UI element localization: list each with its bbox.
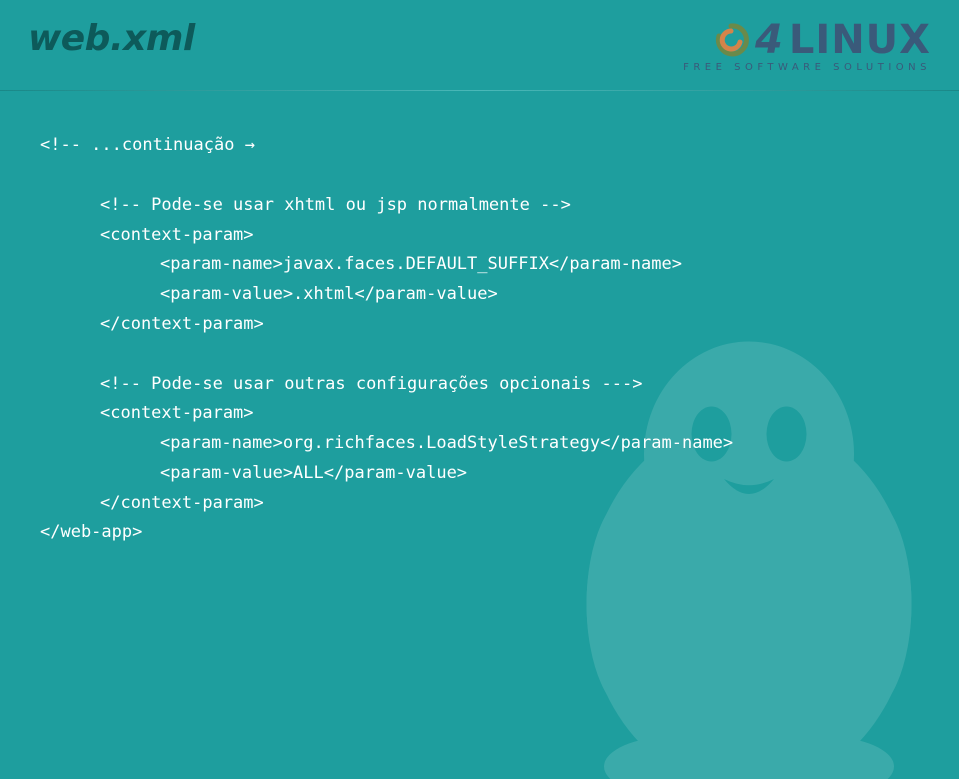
logo-text: LINUX [789, 20, 931, 60]
slide-header: web.xml 4 LINUX FREE SOFTWARE SOLUTIONS [0, 0, 959, 90]
code-line: <param-value>ALL</param-value> [40, 459, 919, 489]
code-line: </context-param> [40, 489, 919, 519]
code-line: <context-param> [40, 221, 919, 251]
code-line: <!-- Pode-se usar outras configurações o… [40, 370, 919, 400]
code-line: </web-app> [40, 518, 919, 548]
code-line: <param-name>javax.faces.DEFAULT_SUFFIX</… [40, 250, 919, 280]
header-divider [0, 90, 959, 91]
code-line: <!-- Pode-se usar xhtml ou jsp normalmen… [40, 191, 919, 221]
page-title: web.xml [28, 18, 195, 59]
logo-number: 4 [755, 20, 783, 60]
code-line: </context-param> [40, 310, 919, 340]
logo: 4 LINUX FREE SOFTWARE SOLUTIONS [683, 18, 931, 73]
code-block: <!-- ...continuação → <!-- Pode-se usar … [0, 101, 959, 548]
code-line: <param-value>.xhtml</param-value> [40, 280, 919, 310]
code-line: <!-- ...continuação → [40, 131, 919, 161]
code-line: <context-param> [40, 399, 919, 429]
logo-swirl-icon [713, 22, 749, 58]
logo-tagline: FREE SOFTWARE SOLUTIONS [683, 62, 931, 73]
code-line: <param-name>org.richfaces.LoadStyleStrat… [40, 429, 919, 459]
